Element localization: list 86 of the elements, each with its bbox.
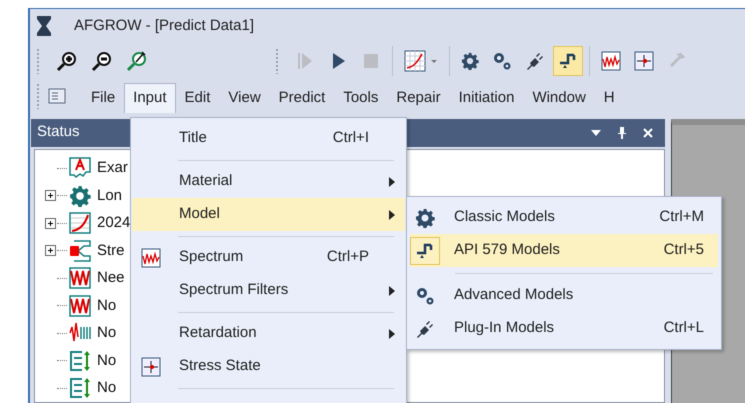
submenu-arrow-icon bbox=[389, 286, 395, 296]
gears-icon bbox=[492, 51, 512, 72]
spectrum-icon bbox=[68, 294, 92, 318]
tree-item[interactable]: No bbox=[97, 322, 116, 344]
load-icon bbox=[68, 376, 92, 400]
stress-state-icon bbox=[141, 356, 161, 376]
hourglass-icon bbox=[36, 15, 52, 38]
menu-entry[interactable]: Spectrum Ctrl+P bbox=[132, 241, 405, 274]
menu-item[interactable]: File bbox=[82, 82, 124, 112]
menu-entry[interactable]: Stress State bbox=[132, 350, 405, 383]
submenu-arrow-icon bbox=[389, 328, 395, 338]
menu-entry[interactable]: Spectrum Filters bbox=[132, 274, 405, 307]
curve-chart-icon bbox=[68, 211, 92, 236]
document-menu-icon bbox=[48, 88, 66, 104]
menu-entry[interactable]: API 579 Models Ctrl+5 bbox=[410, 234, 718, 267]
zoom-fit-icon bbox=[126, 50, 148, 72]
menu-label: Model bbox=[179, 204, 221, 224]
menu-entry[interactable]: Material bbox=[132, 165, 405, 198]
menu-entry[interactable]: Plug-In Models Ctrl+L bbox=[410, 312, 718, 345]
menu-entry[interactable]: Model bbox=[132, 198, 405, 231]
spectrum-chart-icon bbox=[601, 51, 621, 72]
tree-item[interactable]: Lon bbox=[97, 184, 122, 207]
menu-item[interactable]: Repair bbox=[387, 82, 450, 112]
shortcut-label: Ctrl+L bbox=[664, 318, 704, 338]
zoom-out-icon bbox=[91, 50, 113, 72]
menu-item[interactable]: Predict bbox=[270, 82, 334, 112]
menu-item[interactable]: Edit bbox=[176, 82, 220, 112]
menu-item[interactable]: Initiation bbox=[450, 82, 524, 112]
tree-item[interactable]: Exar bbox=[97, 157, 128, 180]
toolbar-button[interactable] bbox=[553, 46, 583, 76]
menu-label: Advanced Models bbox=[454, 285, 574, 306]
expand-icon[interactable] bbox=[45, 218, 56, 229]
gear-icon bbox=[461, 52, 479, 70]
shortcut-label: Ctrl+5 bbox=[664, 240, 704, 260]
menu-entry[interactable]: Classic Models Ctrl+M bbox=[410, 201, 718, 234]
shortcut-label: Ctrl+P bbox=[326, 247, 369, 268]
menu-entry[interactable]: Advanced Models bbox=[410, 279, 718, 312]
menu-item[interactable]: View bbox=[219, 82, 270, 112]
menu-item[interactable]: Tools bbox=[334, 82, 388, 112]
spectrum-chart-icon bbox=[141, 248, 161, 268]
document-icon bbox=[68, 156, 92, 180]
tree-item[interactable]: Nee bbox=[97, 267, 125, 290]
toolbar-grip[interactable] bbox=[36, 82, 40, 109]
close-icon[interactable] bbox=[643, 128, 653, 138]
menu-label: Spectrum Filters bbox=[179, 280, 290, 300]
window-title: AFGROW - [Predict Data1] bbox=[74, 16, 254, 36]
menu-item[interactable]: Window bbox=[523, 82, 595, 112]
shortcut-label: Ctrl+M bbox=[659, 207, 704, 228]
tree-item[interactable]: 2024 bbox=[97, 212, 130, 234]
chart-dropdown-icon bbox=[404, 50, 438, 72]
submenu-arrow-icon bbox=[389, 176, 395, 186]
panel-title: Status bbox=[37, 122, 80, 142]
menu-item[interactable]: H bbox=[594, 82, 624, 112]
menu-label: Classic Models bbox=[454, 207, 556, 228]
zoom-in-icon bbox=[56, 50, 78, 72]
menu-item[interactable]: Input bbox=[124, 82, 176, 112]
toolbar-grip[interactable] bbox=[36, 48, 40, 74]
menu-entry[interactable]: Retardation bbox=[132, 317, 405, 350]
spectrum-icon bbox=[68, 266, 92, 290]
stress-state-icon bbox=[634, 51, 654, 72]
specimen-icon bbox=[68, 238, 92, 263]
submenu-arrow-icon bbox=[389, 210, 395, 220]
gears-icon bbox=[415, 286, 435, 306]
menu-label: Plug-In Models bbox=[454, 318, 556, 338]
menu-label: Title bbox=[179, 128, 208, 148]
dropdown-icon[interactable] bbox=[591, 130, 601, 136]
menu-label: Material bbox=[179, 171, 234, 192]
gear-icon bbox=[69, 184, 91, 207]
menu-entry[interactable]: Title Ctrl+I bbox=[132, 122, 405, 155]
menu-label: Stress State bbox=[179, 356, 262, 376]
plug-icon bbox=[415, 318, 435, 338]
toolbar-grip[interactable] bbox=[275, 48, 279, 74]
tree-item[interactable]: Stre bbox=[97, 240, 125, 262]
gear-icon bbox=[415, 208, 435, 228]
menu-label: Spectrum bbox=[179, 247, 244, 268]
menu-label: Retardation bbox=[179, 323, 258, 344]
expand-icon[interactable] bbox=[45, 245, 56, 256]
shortcut-label: Ctrl+I bbox=[332, 128, 369, 148]
load-icon bbox=[68, 348, 92, 373]
pin-icon[interactable] bbox=[617, 126, 627, 138]
tree-item[interactable]: No bbox=[97, 377, 116, 400]
tree-item[interactable]: No bbox=[97, 350, 116, 372]
menu-label: API 579 Models bbox=[454, 240, 561, 260]
plug-icon bbox=[525, 51, 545, 72]
tree-item[interactable]: No bbox=[97, 294, 116, 317]
expand-icon[interactable] bbox=[45, 190, 56, 202]
